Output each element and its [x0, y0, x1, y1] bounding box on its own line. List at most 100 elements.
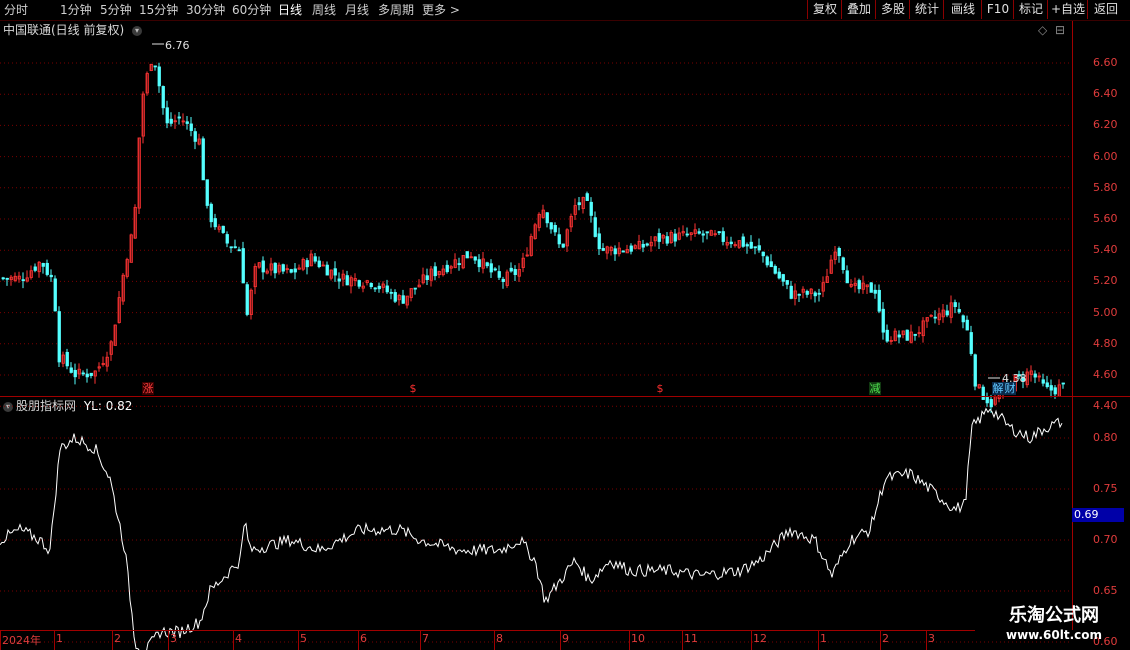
price-chart[interactable]	[0, 0, 1130, 650]
multi-stock-button[interactable]: 多股	[875, 0, 910, 19]
period-tab-1min[interactable]: 1分钟	[60, 2, 92, 18]
candle-body	[465, 251, 469, 259]
candle-body	[109, 341, 113, 355]
candle-body	[877, 289, 881, 312]
candle-body	[1029, 370, 1033, 375]
event-marker[interactable]: $	[654, 382, 666, 395]
candle-body	[521, 257, 525, 268]
candle-body	[905, 329, 909, 341]
y-axis-divider	[1072, 21, 1073, 630]
period-tab-fenshi[interactable]: 分时	[4, 2, 28, 18]
candle-body	[685, 233, 689, 236]
candle-body	[125, 259, 129, 277]
candle-body	[569, 215, 573, 228]
x-axis-label: 7	[422, 632, 429, 645]
indicator-axis-label: 0.80	[1093, 431, 1118, 444]
candle-body	[445, 264, 449, 273]
candle-body	[873, 289, 877, 294]
candle-body	[985, 396, 989, 404]
event-marker[interactable]: 减	[869, 382, 881, 395]
candle-body	[677, 232, 681, 240]
x-axis-label: 5	[300, 632, 307, 645]
candle-body	[497, 271, 501, 278]
x-axis-tick	[629, 631, 630, 650]
x-axis-tick	[751, 631, 752, 650]
draw-line-button[interactable]: 画线	[943, 0, 982, 19]
candle-body	[669, 232, 673, 244]
yl-indicator-line	[0, 407, 1063, 650]
price-axis-label: 4.60	[1093, 368, 1118, 381]
candle-body	[441, 268, 445, 276]
candle-body	[73, 369, 77, 378]
candle-body	[193, 131, 197, 142]
candle-body	[725, 242, 729, 246]
mark-button[interactable]: 标记	[1013, 0, 1048, 19]
overlay-button[interactable]: 叠加	[841, 0, 876, 19]
event-marker[interactable]: $	[407, 382, 419, 395]
candle-body	[805, 290, 809, 295]
indicator-axis-label: 0.75	[1093, 482, 1118, 495]
candle-body	[757, 245, 761, 251]
candle-body	[701, 233, 705, 236]
period-tab-weekly[interactable]: 周线	[312, 2, 336, 18]
candle-body	[797, 293, 801, 296]
statistics-button[interactable]: 统计	[909, 0, 944, 19]
period-tab-15min[interactable]: 15分钟	[139, 2, 178, 18]
candle-body	[209, 203, 213, 223]
candle-body	[325, 264, 329, 276]
candle-body	[425, 275, 429, 281]
candle-body	[1033, 373, 1037, 378]
candle-body	[541, 209, 545, 218]
f10-button[interactable]: F10	[981, 0, 1014, 19]
chevron-down-icon[interactable]: ▾	[132, 25, 143, 36]
candle-body	[397, 294, 401, 301]
candle-body	[429, 268, 433, 281]
event-marker[interactable]: 涨	[142, 382, 154, 395]
candle-body	[17, 275, 21, 280]
candle-body	[709, 230, 713, 236]
restore-rights-button[interactable]: 复权	[807, 0, 842, 19]
period-tab-more[interactable]: 更多 >	[422, 2, 460, 18]
candle-body	[621, 250, 625, 253]
period-tab-daily[interactable]: 日线	[278, 2, 302, 18]
candle-body	[265, 270, 269, 274]
candle-body	[201, 138, 205, 181]
candle-body	[801, 288, 805, 293]
event-marker[interactable]: 财	[1004, 382, 1016, 395]
candle-body	[93, 370, 97, 377]
candle-body	[141, 93, 145, 137]
candle-body	[353, 278, 357, 281]
x-axis-label: 3	[928, 632, 935, 645]
indicator-menu-icon[interactable]: ▾	[3, 401, 13, 412]
price-axis-label: 5.20	[1093, 274, 1118, 288]
period-tab-60min[interactable]: 60分钟	[232, 2, 271, 18]
back-button[interactable]: 返回	[1087, 0, 1124, 19]
add-watchlist-button[interactable]: +自选	[1047, 0, 1088, 19]
candle-body	[281, 264, 285, 272]
period-tab-5min[interactable]: 5分钟	[100, 2, 132, 18]
candle-body	[957, 309, 961, 313]
event-marker[interactable]: 解	[992, 382, 1004, 395]
collapse-icon[interactable]: ⊟	[1055, 22, 1065, 38]
period-tab-30min[interactable]: 30分钟	[186, 2, 225, 18]
candle-body	[161, 86, 165, 109]
candle-body	[253, 266, 257, 288]
candle-body	[913, 333, 917, 336]
candle-body	[9, 276, 13, 281]
candle-body	[721, 231, 725, 242]
period-tab-multi[interactable]: 多周期	[378, 2, 414, 18]
candle-body	[461, 255, 465, 269]
price-axis-label: 5.60	[1093, 212, 1118, 225]
candle-body	[557, 234, 561, 245]
candle-body	[881, 308, 885, 333]
indicator-axis-label: 0.65	[1093, 584, 1118, 597]
price-axis-label: 5.00	[1093, 305, 1118, 319]
candle-body	[485, 262, 489, 267]
candle-body	[837, 247, 841, 257]
watermark: 乐淘公式网 www.60lt.com	[985, 605, 1123, 643]
candle-body	[305, 260, 309, 268]
candle-body	[129, 234, 133, 263]
period-tab-monthly[interactable]: 月线	[345, 2, 369, 18]
diamond-icon[interactable]: ◇	[1038, 22, 1047, 38]
candle-body	[681, 231, 685, 234]
